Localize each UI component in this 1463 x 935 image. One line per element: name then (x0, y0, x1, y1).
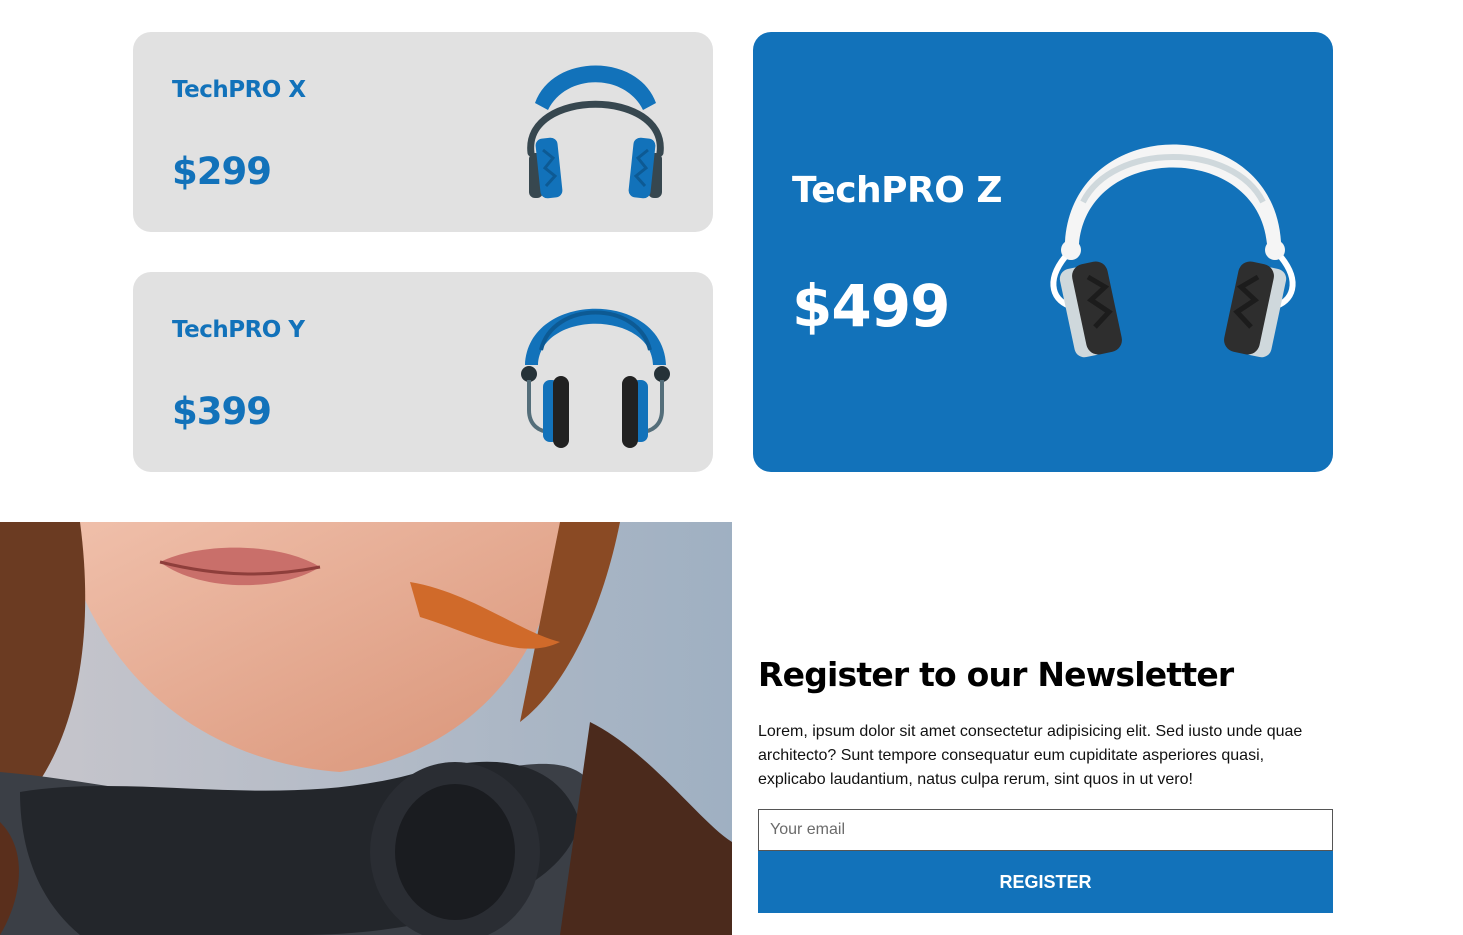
headphones-icon (1050, 144, 1296, 358)
product-price: $399 (172, 390, 272, 433)
product-card-techpro-z[interactable]: TechPRO Z $499 (753, 32, 1333, 472)
newsletter-section: Register to our Newsletter Lorem, ipsum … (758, 655, 1333, 913)
product-card-techpro-y[interactable]: TechPRO Y $399 (133, 272, 713, 472)
product-card-techpro-x[interactable]: TechPRO X $299 (133, 32, 713, 232)
lifestyle-photo (0, 522, 732, 935)
product-name: TechPRO Z (792, 170, 1003, 211)
newsletter-title: Register to our Newsletter (758, 655, 1234, 694)
woman-with-headphones-image (0, 522, 732, 935)
email-input[interactable] (758, 809, 1333, 851)
newsletter-description: Lorem, ipsum dolor sit amet consectetur … (758, 723, 1303, 788)
product-price: $299 (172, 150, 272, 193)
product-name: TechPRO Y (172, 317, 305, 343)
headphones-icon (527, 65, 664, 199)
product-price: $499 (792, 272, 950, 340)
headphones-icon (521, 308, 670, 448)
product-name: TechPRO X (172, 77, 306, 103)
register-button[interactable]: Register (758, 851, 1333, 913)
